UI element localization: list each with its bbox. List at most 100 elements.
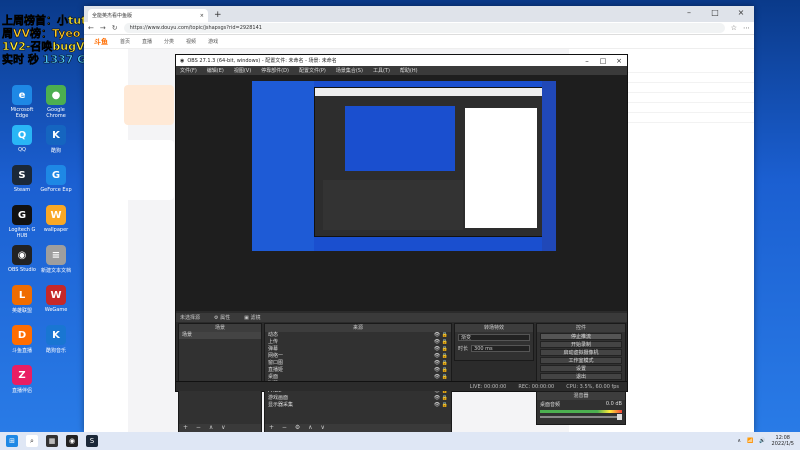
filters-button[interactable]: ▣ 滤镜 bbox=[244, 314, 260, 321]
volume-slider[interactable] bbox=[540, 414, 622, 420]
nav-item[interactable]: 游戏 bbox=[208, 38, 218, 45]
forward-icon[interactable]: → bbox=[100, 24, 106, 32]
source-item[interactable]: 游戏画面 👁 🔒 bbox=[265, 395, 451, 402]
desktop-icon-label: QQ bbox=[18, 147, 26, 153]
left-sidebar bbox=[84, 49, 128, 432]
desktop-icon[interactable]: ≡ 新建文本文档 bbox=[38, 245, 74, 274]
tab-bar: 全能英杰看中鱼版 × + – □ × bbox=[84, 6, 754, 22]
nav-item[interactable]: 分类 bbox=[164, 38, 174, 45]
desktop-icon[interactable]: L 英雄联盟 bbox=[4, 285, 40, 314]
visibility-icon[interactable]: 👁 🔒 bbox=[434, 332, 448, 339]
source-label: 直播姬 bbox=[268, 367, 284, 373]
visibility-icon[interactable]: 👁 🔒 bbox=[434, 367, 448, 374]
obs-menu-item[interactable]: 停靠部件(D) bbox=[261, 67, 289, 74]
app-icon: K bbox=[46, 325, 66, 345]
desktop-icon[interactable]: W WeGame bbox=[38, 285, 74, 313]
maximize-button[interactable]: □ bbox=[702, 6, 728, 20]
visibility-icon[interactable]: 👁 🔒 bbox=[434, 402, 448, 409]
start-icon[interactable]: ⊞ bbox=[6, 435, 18, 447]
obs-maximize-button[interactable]: □ bbox=[595, 57, 611, 65]
desktop-icon[interactable]: Q QQ bbox=[4, 125, 40, 153]
stop-streaming-button[interactable]: 停止推流 bbox=[540, 333, 622, 340]
scene-controls[interactable]: + − ∧ ∨ bbox=[179, 424, 261, 432]
preview-canvas[interactable] bbox=[252, 81, 556, 251]
refresh-icon[interactable]: ↻ bbox=[112, 24, 118, 32]
source-item[interactable]: 桌面 👁 🔒 bbox=[265, 374, 451, 381]
visibility-icon[interactable]: 👁 🔒 bbox=[434, 346, 448, 353]
app-icon: D bbox=[12, 325, 32, 345]
url-field[interactable]: https://www.douyu.com/topic/jshapsgs?rid… bbox=[123, 23, 725, 33]
obs-menubar: 文件(F) 编辑(E) 视图(V) 停靠部件(D) 配置文件(P) 场景集合(S) 工具(T… bbox=[176, 66, 627, 75]
desktop-icon[interactable]: K 酷狗音乐 bbox=[38, 325, 74, 354]
widgets-icon[interactable]: ▦ bbox=[46, 435, 58, 447]
new-tab-button[interactable]: + bbox=[214, 9, 222, 22]
obs-logo-icon: ◉ bbox=[180, 57, 185, 64]
steam-taskbar-icon[interactable]: S bbox=[86, 435, 98, 447]
visibility-icon[interactable]: 👁 🔒 bbox=[434, 360, 448, 367]
visibility-icon[interactable]: 👁 🔒 bbox=[434, 395, 448, 402]
minimize-button[interactable]: – bbox=[676, 6, 702, 20]
volume-icon[interactable]: 🔊 bbox=[759, 438, 765, 444]
source-item[interactable]: 弹幕 👁 🔒 bbox=[265, 346, 451, 353]
nav-item[interactable]: 直播 bbox=[142, 38, 152, 45]
desktop-icon[interactable]: Z 直播伴侣 bbox=[4, 365, 40, 394]
volume-handle[interactable] bbox=[617, 414, 622, 420]
desktop-icon[interactable]: G Logitech G HUB bbox=[4, 205, 40, 239]
desktop-icon-label: wallpaper bbox=[43, 227, 69, 233]
transitions-dock: 转场特效 渐变 时长 300 ms bbox=[454, 323, 534, 361]
desktop-icon[interactable]: D 斗鱼直播 bbox=[4, 325, 40, 354]
exit-button[interactable]: 退出 bbox=[540, 373, 622, 380]
source-item[interactable]: 动态 👁 🔒 bbox=[265, 332, 451, 339]
source-item[interactable]: 网络一 👁 🔒 bbox=[265, 353, 451, 360]
obs-menu-item[interactable]: 帮助(H) bbox=[400, 67, 418, 74]
obs-close-button[interactable]: × bbox=[611, 57, 627, 65]
obs-menu-item[interactable]: 配置文件(P) bbox=[299, 67, 326, 74]
browser-tab[interactable]: 全能英杰看中鱼版 × bbox=[88, 9, 208, 22]
visibility-icon[interactable]: 👁 🔒 bbox=[434, 353, 448, 360]
network-icon[interactable]: 📶 bbox=[747, 438, 753, 444]
source-controls[interactable]: + − ⚙ ∧ ∨ bbox=[265, 424, 451, 432]
scenes-dock: 场景 场景 + − ∧ ∨ bbox=[178, 323, 262, 433]
search-icon[interactable]: ⌕ bbox=[26, 435, 38, 447]
obs-menu-item[interactable]: 视图(V) bbox=[234, 67, 251, 74]
visibility-icon[interactable]: 👁 🔒 bbox=[434, 374, 448, 381]
scene-item[interactable]: 场景 bbox=[179, 332, 261, 339]
obs-menu-item[interactable]: 文件(F) bbox=[180, 67, 197, 74]
obs-taskbar-icon[interactable]: ◉ bbox=[66, 435, 78, 447]
desktop-icon[interactable]: e Microsoft Edge bbox=[4, 85, 40, 119]
obs-menu-item[interactable]: 工具(T) bbox=[373, 67, 390, 74]
desktop-icon[interactable]: G GeForce Exp bbox=[38, 165, 74, 193]
site-logo[interactable]: 斗鱼 bbox=[94, 37, 108, 47]
nav-item[interactable]: 首页 bbox=[120, 38, 130, 45]
clock[interactable]: 12:08 2022/1/5 bbox=[772, 435, 794, 447]
desktop-icon[interactable]: Wwallpaper bbox=[38, 205, 74, 233]
favorites-icon[interactable]: ☆ bbox=[731, 24, 737, 32]
studio-mode-button[interactable]: 工作室模式 bbox=[540, 357, 622, 364]
desktop-icon[interactable]: ● Google Chrome bbox=[38, 85, 74, 119]
back-icon[interactable]: ← bbox=[88, 24, 94, 32]
obs-minimize-button[interactable]: – bbox=[579, 57, 595, 65]
start-recording-button[interactable]: 开始录制 bbox=[540, 341, 622, 348]
settings-button[interactable]: 设置 bbox=[540, 365, 622, 372]
source-item[interactable]: 窗口图 👁 🔒 bbox=[265, 360, 451, 367]
chevron-up-icon[interactable]: ∧ bbox=[737, 438, 741, 444]
close-button[interactable]: × bbox=[728, 6, 754, 20]
transition-select[interactable]: 渐变 bbox=[458, 334, 530, 341]
obs-menu-item[interactable]: 编辑(E) bbox=[207, 67, 224, 74]
source-item[interactable]: 上传 👁 🔒 bbox=[265, 339, 451, 346]
desktop-icon[interactable]: K 酷狗 bbox=[38, 125, 74, 154]
source-item[interactable]: 显示器采集 👁 🔒 bbox=[265, 402, 451, 409]
obs-menu-item[interactable]: 场景集合(S) bbox=[336, 67, 363, 74]
source-item[interactable]: 直播姬 👁 🔒 bbox=[265, 367, 451, 374]
close-tab-icon[interactable]: × bbox=[200, 13, 204, 19]
visibility-icon[interactable]: 👁 🔒 bbox=[434, 339, 448, 346]
desktop-icon[interactable]: S Steam bbox=[4, 165, 40, 193]
desktop-icon[interactable]: ◉ OBS Studio bbox=[4, 245, 40, 273]
menu-icon[interactable]: ⋯ bbox=[743, 24, 750, 32]
mixer-level: 0.0 dB bbox=[605, 401, 622, 407]
duration-field[interactable]: 300 ms bbox=[471, 345, 530, 352]
nav-item[interactable]: 视频 bbox=[186, 38, 196, 45]
properties-button[interactable]: ⚙ 属性 bbox=[214, 314, 230, 321]
virtual-camera-button[interactable]: 启动虚拟摄像机 bbox=[540, 349, 622, 356]
source-toolbar: 未选择源 ⚙ 属性 ▣ 滤镜 bbox=[176, 313, 627, 322]
